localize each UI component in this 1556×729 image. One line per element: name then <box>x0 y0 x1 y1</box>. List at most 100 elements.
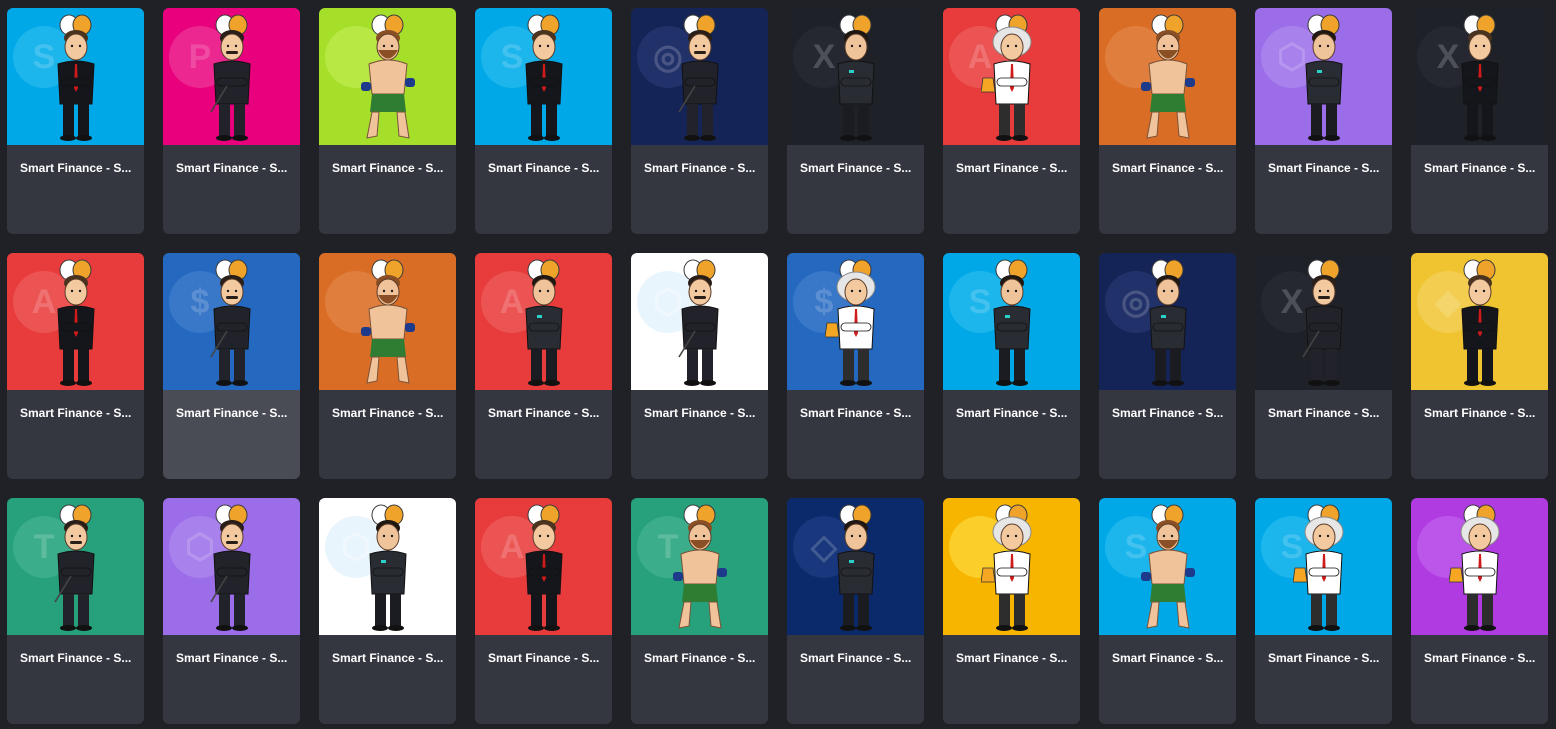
nft-card[interactable]: ◇ Smart Finance - S... <box>787 498 924 724</box>
nft-title: Smart Finance - S... <box>332 651 444 665</box>
nft-image[interactable]: A <box>7 253 144 390</box>
nft-card[interactable]: Smart Finance - S... <box>319 253 456 479</box>
character-figure <box>210 504 251 631</box>
character-businessman <box>669 12 731 144</box>
character-figure <box>369 504 407 631</box>
nft-card[interactable]: ◎ Smart Finance - S... <box>631 8 768 234</box>
character-figure <box>824 259 876 386</box>
nft-card[interactable]: S Smart Finance - S... <box>1255 498 1392 724</box>
nft-image[interactable]: S <box>943 253 1080 390</box>
character-figure <box>525 14 563 141</box>
nft-card[interactable]: ⬡ Smart Finance - S... <box>319 498 456 724</box>
nft-image[interactable]: ◎ <box>1099 253 1236 390</box>
character-businessman <box>669 257 731 389</box>
nft-image[interactable] <box>943 498 1080 635</box>
character-elon <box>513 12 575 144</box>
nft-card[interactable]: T Smart Finance - S... <box>631 498 768 724</box>
character-figure <box>1461 14 1499 141</box>
nft-card[interactable]: ⬡ Smart Finance - S... <box>1255 8 1392 234</box>
nft-image[interactable]: S <box>1099 498 1236 635</box>
nft-image[interactable]: T <box>7 498 144 635</box>
nft-card[interactable]: S Smart Finance - S... <box>943 253 1080 479</box>
nft-card[interactable]: A Smart Finance - S... <box>475 253 612 479</box>
character-elon <box>1449 12 1511 144</box>
nft-card[interactable]: T Smart Finance - S... <box>7 498 144 724</box>
nft-image[interactable]: ⬡ <box>1255 8 1392 145</box>
character-businessman <box>1293 257 1355 389</box>
nft-card[interactable]: X Smart Finance - S... <box>1255 253 1392 479</box>
nft-image[interactable]: S <box>475 8 612 145</box>
nft-card[interactable]: ◎ Smart Finance - S... <box>1099 253 1236 479</box>
nft-image[interactable]: X <box>1255 253 1392 390</box>
nft-image[interactable]: X <box>1411 8 1548 145</box>
nft-card[interactable]: ◆ Smart Finance - S... <box>1411 253 1548 479</box>
nft-card[interactable]: Smart Finance - S... <box>319 8 456 234</box>
nft-card[interactable]: Smart Finance - S... <box>1411 498 1548 724</box>
nft-card[interactable]: Smart Finance - S... <box>1099 8 1236 234</box>
nft-card[interactable]: $ Smart Finance - S... <box>787 253 924 479</box>
nft-card[interactable]: $ Smart Finance - S... <box>163 253 300 479</box>
nft-image[interactable]: $ <box>163 253 300 390</box>
character-figure <box>837 504 875 631</box>
nft-card[interactable]: X Smart Finance - S... <box>1411 8 1548 234</box>
nft-image[interactable]: ⬡ <box>163 498 300 635</box>
nft-card[interactable]: A Smart Finance - S... <box>943 8 1080 234</box>
nft-title: Smart Finance - S... <box>332 406 444 420</box>
nft-image[interactable] <box>1099 8 1236 145</box>
character-figure <box>1141 14 1195 139</box>
nft-title: Smart Finance - S... <box>488 651 600 665</box>
nft-image[interactable]: ⬡ <box>631 253 768 390</box>
character-elon <box>1449 257 1511 389</box>
nft-image[interactable]: ⬡ <box>319 498 456 635</box>
nft-image[interactable]: $ <box>787 253 924 390</box>
character-figure <box>54 504 95 631</box>
nft-image[interactable]: ◆ <box>1411 253 1548 390</box>
nft-title: Smart Finance - S... <box>176 161 288 175</box>
nft-card[interactable]: A Smart Finance - S... <box>475 498 612 724</box>
nft-card[interactable]: ⬡ Smart Finance - S... <box>163 498 300 724</box>
nft-image[interactable]: X <box>787 8 924 145</box>
character-tech <box>825 502 887 634</box>
nft-image[interactable]: ◎ <box>631 8 768 145</box>
nft-card[interactable]: S Smart Finance - S... <box>1099 498 1236 724</box>
nft-title: Smart Finance - S... <box>20 161 132 175</box>
character-figure <box>361 259 415 384</box>
nft-image[interactable]: A <box>943 8 1080 145</box>
nft-image[interactable]: S <box>1255 498 1392 635</box>
nft-image[interactable]: P <box>163 8 300 145</box>
nft-image[interactable]: T <box>631 498 768 635</box>
nft-card[interactable]: X Smart Finance - S... <box>787 8 924 234</box>
nft-image[interactable] <box>319 253 456 390</box>
nft-title: Smart Finance - S... <box>956 161 1068 175</box>
character-figure <box>1461 259 1499 386</box>
nft-title: Smart Finance - S... <box>1424 406 1536 420</box>
nft-title: Smart Finance - S... <box>20 651 132 665</box>
nft-card[interactable]: S Smart Finance - S... <box>475 8 612 234</box>
character-tech <box>357 502 419 634</box>
nft-card[interactable]: S Smart Finance - S... <box>7 8 144 234</box>
nft-image[interactable]: S <box>7 8 144 145</box>
nft-card[interactable]: P Smart Finance - S... <box>163 8 300 234</box>
nft-grid: S Smart Finance - S... P Smart Finance - S.… <box>0 0 1556 729</box>
character-businessman <box>201 502 263 634</box>
nft-card[interactable]: ⬡ Smart Finance - S... <box>631 253 768 479</box>
nft-image[interactable]: A <box>475 253 612 390</box>
nft-image[interactable] <box>1411 498 1548 635</box>
nft-image[interactable]: ◇ <box>787 498 924 635</box>
character-figure <box>678 14 719 141</box>
character-scientist <box>980 502 1043 634</box>
nft-title: Smart Finance - S... <box>644 161 756 175</box>
character-elon <box>45 257 107 389</box>
nft-title: Smart Finance - S... <box>1268 161 1380 175</box>
nft-card[interactable]: A Smart Finance - S... <box>7 253 144 479</box>
nft-image[interactable] <box>319 8 456 145</box>
character-fighter <box>1137 502 1199 634</box>
character-figure <box>993 259 1031 386</box>
nft-title: Smart Finance - S... <box>1424 161 1536 175</box>
character-fighter <box>357 257 419 389</box>
nft-image[interactable]: A <box>475 498 612 635</box>
character-scientist <box>1448 502 1511 634</box>
character-figure <box>673 504 727 629</box>
nft-title: Smart Finance - S... <box>800 161 912 175</box>
nft-card[interactable]: Smart Finance - S... <box>943 498 1080 724</box>
